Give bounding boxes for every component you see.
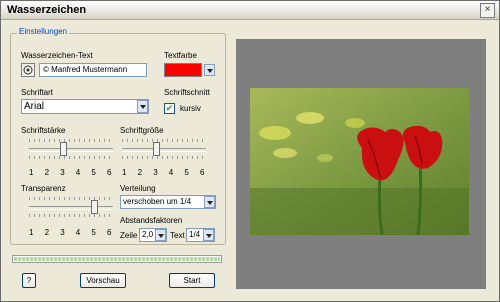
text-color-label: Textfarbe [164, 51, 197, 60]
font-weight-label: Schriftstärke [21, 126, 66, 135]
distribution-select[interactable]: verschoben um 1/4 [120, 195, 216, 209]
font-style-label: Schriftschnitt [164, 88, 210, 97]
text-spacing-value: 1/4 [189, 230, 201, 239]
font-weight-tick-5: 5 [91, 168, 96, 177]
font-weight-tick-4: 4 [75, 168, 81, 177]
transparency-tick-3: 3 [60, 228, 65, 237]
font-weight-scale: 1 2 3 4 5 6 [29, 168, 113, 178]
preview-image [250, 88, 469, 235]
font-size-tick-3: 3 [153, 168, 158, 177]
title-bar: Wasserzeichen × [1, 1, 499, 20]
font-dropdown-button[interactable] [137, 100, 148, 113]
font-size-label: Schriftgröße [120, 126, 164, 135]
font-size-tick-5: 5 [184, 168, 189, 177]
italic-label: kursiv [180, 104, 201, 113]
font-size-tick-4: 4 [168, 168, 174, 177]
transparency-tick-2: 2 [44, 228, 50, 237]
font-weight-slider-thumb[interactable] [59, 142, 67, 156]
target-icon [23, 65, 33, 75]
help-button[interactable]: ? [22, 273, 36, 288]
font-select[interactable]: Arial [21, 99, 149, 114]
preview-button[interactable]: Vorschau [80, 273, 126, 288]
font-label: Schriftart [21, 88, 54, 97]
font-size-tick-2: 2 [137, 168, 143, 177]
font-size-slider-thumb[interactable] [152, 142, 160, 156]
font-size-tick-1: 1 [122, 168, 127, 177]
text-spacing-dropdown-button[interactable] [203, 229, 214, 241]
row-spacing-value: 2,0 [142, 230, 154, 239]
progress-bar-fill [14, 257, 220, 261]
font-weight-tick-1: 1 [29, 168, 34, 177]
font-weight-slider[interactable] [29, 136, 113, 164]
transparency-slider-thumb[interactable] [90, 200, 98, 214]
close-button[interactable]: × [480, 3, 495, 18]
row-spacing-label: Zeile [120, 231, 138, 240]
tulip-photo [250, 88, 469, 235]
row-spacing-dropdown-button[interactable] [155, 229, 166, 241]
progress-bar [12, 255, 222, 263]
text-spacing-select[interactable]: 1/4 [186, 228, 215, 242]
transparency-tick-1: 1 [29, 228, 34, 237]
transparency-tick-4: 4 [75, 228, 81, 237]
watermark-text-field[interactable]: © Manfred Mustermann [39, 63, 147, 77]
text-settings-button[interactable] [21, 63, 35, 77]
text-color-swatch[interactable] [164, 63, 202, 77]
font-weight-tick-6: 6 [107, 168, 112, 177]
distribution-dropdown-button[interactable] [204, 196, 215, 208]
font-size-tick-6: 6 [200, 168, 205, 177]
transparency-tick-5: 5 [91, 228, 96, 237]
settings-group-label: Einstellungen [17, 27, 70, 36]
spacing-factors-label: Abstandsfaktoren [120, 216, 183, 225]
font-weight-tick-2: 2 [44, 168, 50, 177]
text-spacing-label: Text [170, 231, 185, 240]
distribution-label: Verteilung [120, 184, 156, 193]
watermark-text-label: Wasserzeichen-Text [21, 51, 93, 60]
font-select-value: Arial [24, 101, 45, 112]
start-button[interactable]: Start [169, 273, 215, 288]
transparency-slider[interactable] [29, 194, 113, 222]
transparency-scale: 1 2 3 4 5 6 [29, 228, 113, 238]
transparency-label: Transparenz [21, 184, 66, 193]
font-size-scale: 1 2 3 4 5 6 [122, 168, 206, 178]
row-spacing-select[interactable]: 2,0 [139, 228, 167, 242]
font-size-slider[interactable] [122, 136, 206, 164]
distribution-select-value: verschoben um 1/4 [123, 197, 192, 206]
window-title: Wasserzeichen [7, 4, 87, 16]
text-color-dropdown-button[interactable] [204, 64, 215, 76]
italic-checkbox[interactable]: ✔ [164, 103, 175, 114]
transparency-tick-6: 6 [107, 228, 112, 237]
font-weight-tick-3: 3 [60, 168, 65, 177]
